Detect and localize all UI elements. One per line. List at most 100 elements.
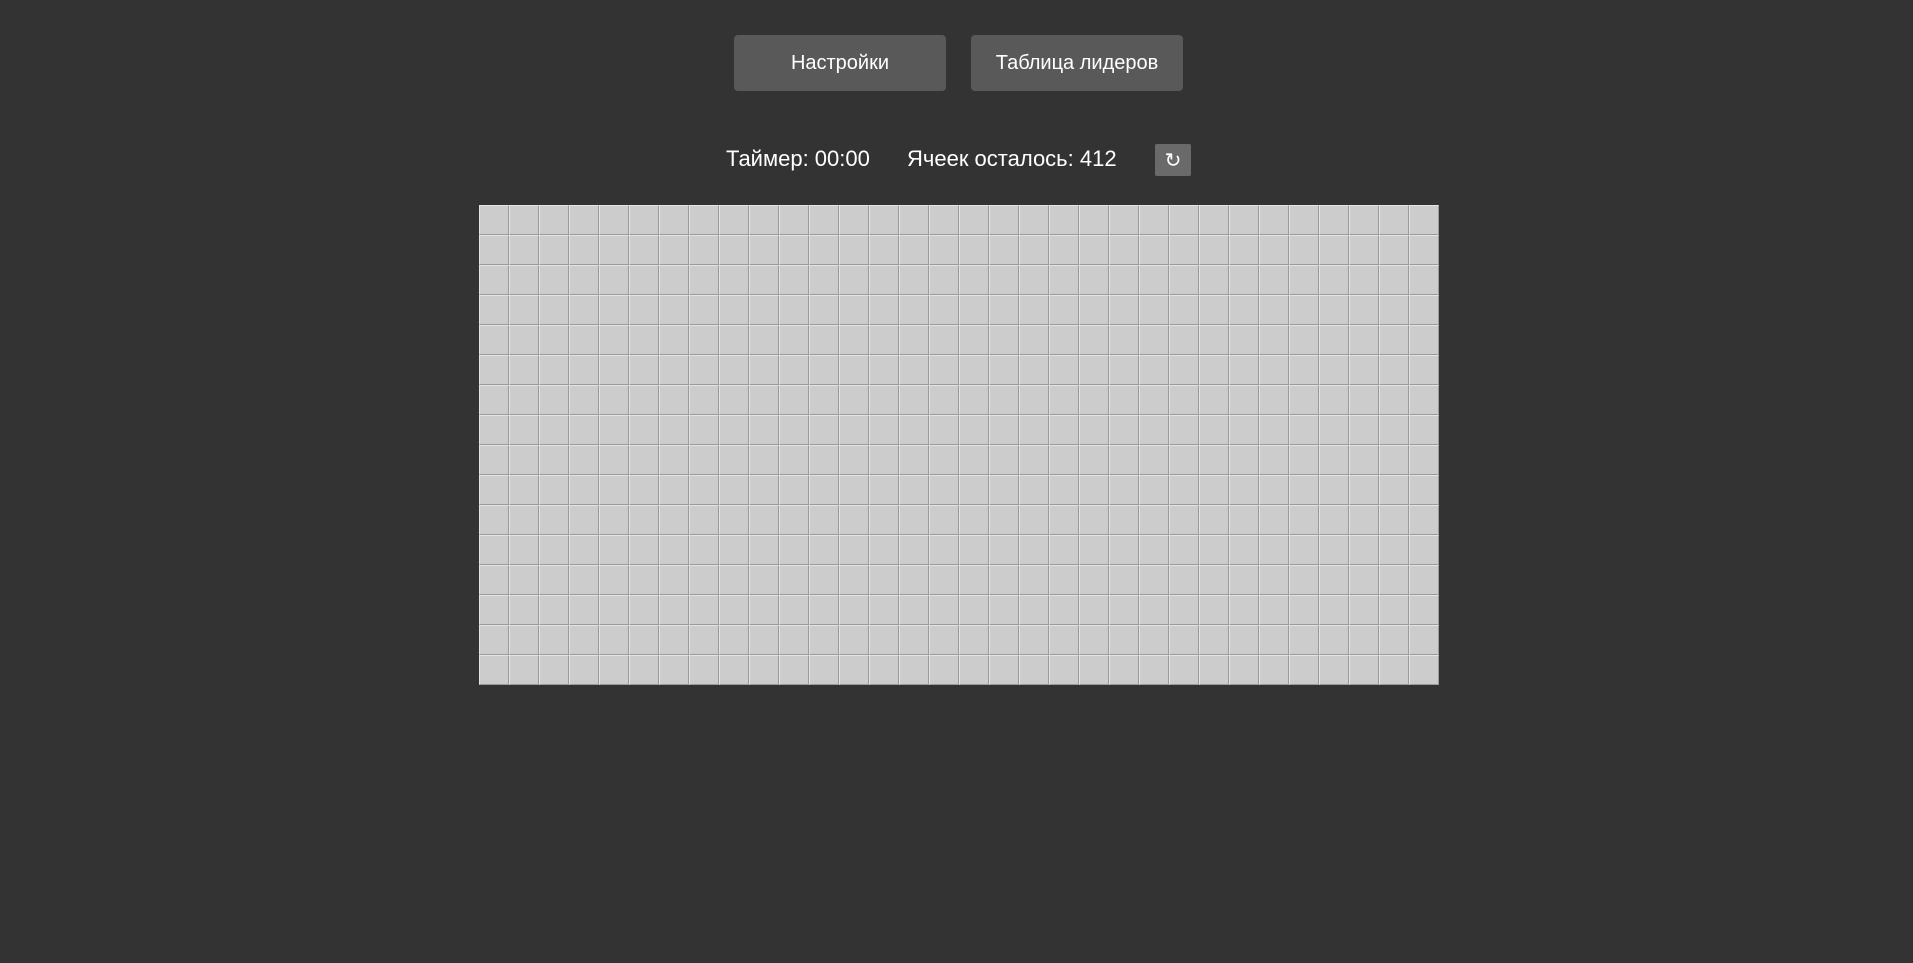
board-cell[interactable] [1289, 355, 1319, 385]
board-cell[interactable] [1229, 385, 1259, 415]
board-cell[interactable] [959, 505, 989, 535]
board-cell[interactable] [539, 205, 569, 235]
board-cell[interactable] [1019, 295, 1049, 325]
board-cell[interactable] [629, 475, 659, 505]
board-cell[interactable] [1349, 355, 1379, 385]
board-cell[interactable] [659, 445, 689, 475]
board-cell[interactable] [1229, 265, 1259, 295]
board-cell[interactable] [1379, 295, 1409, 325]
board-cell[interactable] [599, 415, 629, 445]
board-cell[interactable] [899, 655, 929, 685]
board-cell[interactable] [719, 235, 749, 265]
board-cell[interactable] [959, 295, 989, 325]
board-cell[interactable] [569, 445, 599, 475]
board-cell[interactable] [689, 535, 719, 565]
board-cell[interactable] [539, 295, 569, 325]
board-cell[interactable] [479, 595, 509, 625]
board-cell[interactable] [1109, 205, 1139, 235]
board-cell[interactable] [1409, 325, 1439, 355]
board-cell[interactable] [1049, 355, 1079, 385]
board-cell[interactable] [719, 625, 749, 655]
board-cell[interactable] [779, 385, 809, 415]
board-cell[interactable] [1319, 475, 1349, 505]
board-cell[interactable] [659, 535, 689, 565]
board-cell[interactable] [1409, 625, 1439, 655]
board-cell[interactable] [1169, 595, 1199, 625]
board-cell[interactable] [929, 235, 959, 265]
board-cell[interactable] [959, 535, 989, 565]
board-cell[interactable] [1319, 385, 1349, 415]
board-cell[interactable] [1109, 415, 1139, 445]
board-cell[interactable] [629, 655, 659, 685]
board-cell[interactable] [959, 325, 989, 355]
board-cell[interactable] [1199, 385, 1229, 415]
board-cell[interactable] [869, 355, 899, 385]
board-cell[interactable] [1379, 445, 1409, 475]
board-cell[interactable] [1199, 325, 1229, 355]
board-cell[interactable] [1019, 655, 1049, 685]
board-cell[interactable] [839, 355, 869, 385]
board-cell[interactable] [719, 505, 749, 535]
board-cell[interactable] [599, 565, 629, 595]
board-cell[interactable] [479, 325, 509, 355]
board-cell[interactable] [989, 445, 1019, 475]
board-cell[interactable] [1049, 625, 1079, 655]
board-cell[interactable] [719, 385, 749, 415]
board-cell[interactable] [1229, 355, 1259, 385]
board-cell[interactable] [779, 445, 809, 475]
board-cell[interactable] [659, 415, 689, 445]
board-cell[interactable] [1319, 295, 1349, 325]
board-cell[interactable] [539, 355, 569, 385]
board-cell[interactable] [1079, 445, 1109, 475]
board-cell[interactable] [479, 235, 509, 265]
leaderboard-button[interactable]: Таблица лидеров [971, 35, 1183, 91]
board-cell[interactable] [509, 325, 539, 355]
board-cell[interactable] [599, 325, 629, 355]
board-cell[interactable] [839, 595, 869, 625]
board-cell[interactable] [479, 655, 509, 685]
board-cell[interactable] [539, 415, 569, 445]
board-cell[interactable] [1259, 295, 1289, 325]
board-cell[interactable] [1019, 355, 1049, 385]
board-cell[interactable] [1049, 385, 1079, 415]
board-cell[interactable] [599, 385, 629, 415]
board-cell[interactable] [1109, 355, 1139, 385]
board-cell[interactable] [1319, 415, 1349, 445]
board-cell[interactable] [569, 565, 599, 595]
board-cell[interactable] [989, 355, 1019, 385]
board-cell[interactable] [749, 205, 779, 235]
board-cell[interactable] [1409, 205, 1439, 235]
board-cell[interactable] [1349, 325, 1379, 355]
board-cell[interactable] [929, 205, 959, 235]
board-cell[interactable] [629, 565, 659, 595]
board-cell[interactable] [569, 535, 599, 565]
board-cell[interactable] [1169, 655, 1199, 685]
board-cell[interactable] [1139, 595, 1169, 625]
board-cell[interactable] [1079, 295, 1109, 325]
board-cell[interactable] [659, 475, 689, 505]
board-cell[interactable] [1169, 295, 1199, 325]
board-cell[interactable] [599, 595, 629, 625]
board-cell[interactable] [869, 295, 899, 325]
board-cell[interactable] [1079, 415, 1109, 445]
board-cell[interactable] [899, 295, 929, 325]
settings-button[interactable]: Настройки [734, 35, 946, 91]
board-cell[interactable] [569, 655, 599, 685]
board-cell[interactable] [809, 505, 839, 535]
board-cell[interactable] [1289, 265, 1319, 295]
board-cell[interactable] [539, 595, 569, 625]
board-cell[interactable] [479, 565, 509, 595]
board-cell[interactable] [1049, 535, 1079, 565]
board-cell[interactable] [1109, 325, 1139, 355]
board-cell[interactable] [1139, 445, 1169, 475]
board-cell[interactable] [1169, 565, 1199, 595]
board-cell[interactable] [479, 355, 509, 385]
board-cell[interactable] [1409, 505, 1439, 535]
board-cell[interactable] [989, 535, 1019, 565]
board-cell[interactable] [869, 325, 899, 355]
board-cell[interactable] [1169, 325, 1199, 355]
board-cell[interactable] [539, 385, 569, 415]
board-cell[interactable] [1259, 415, 1289, 445]
board-cell[interactable] [569, 265, 599, 295]
board-cell[interactable] [1259, 595, 1289, 625]
